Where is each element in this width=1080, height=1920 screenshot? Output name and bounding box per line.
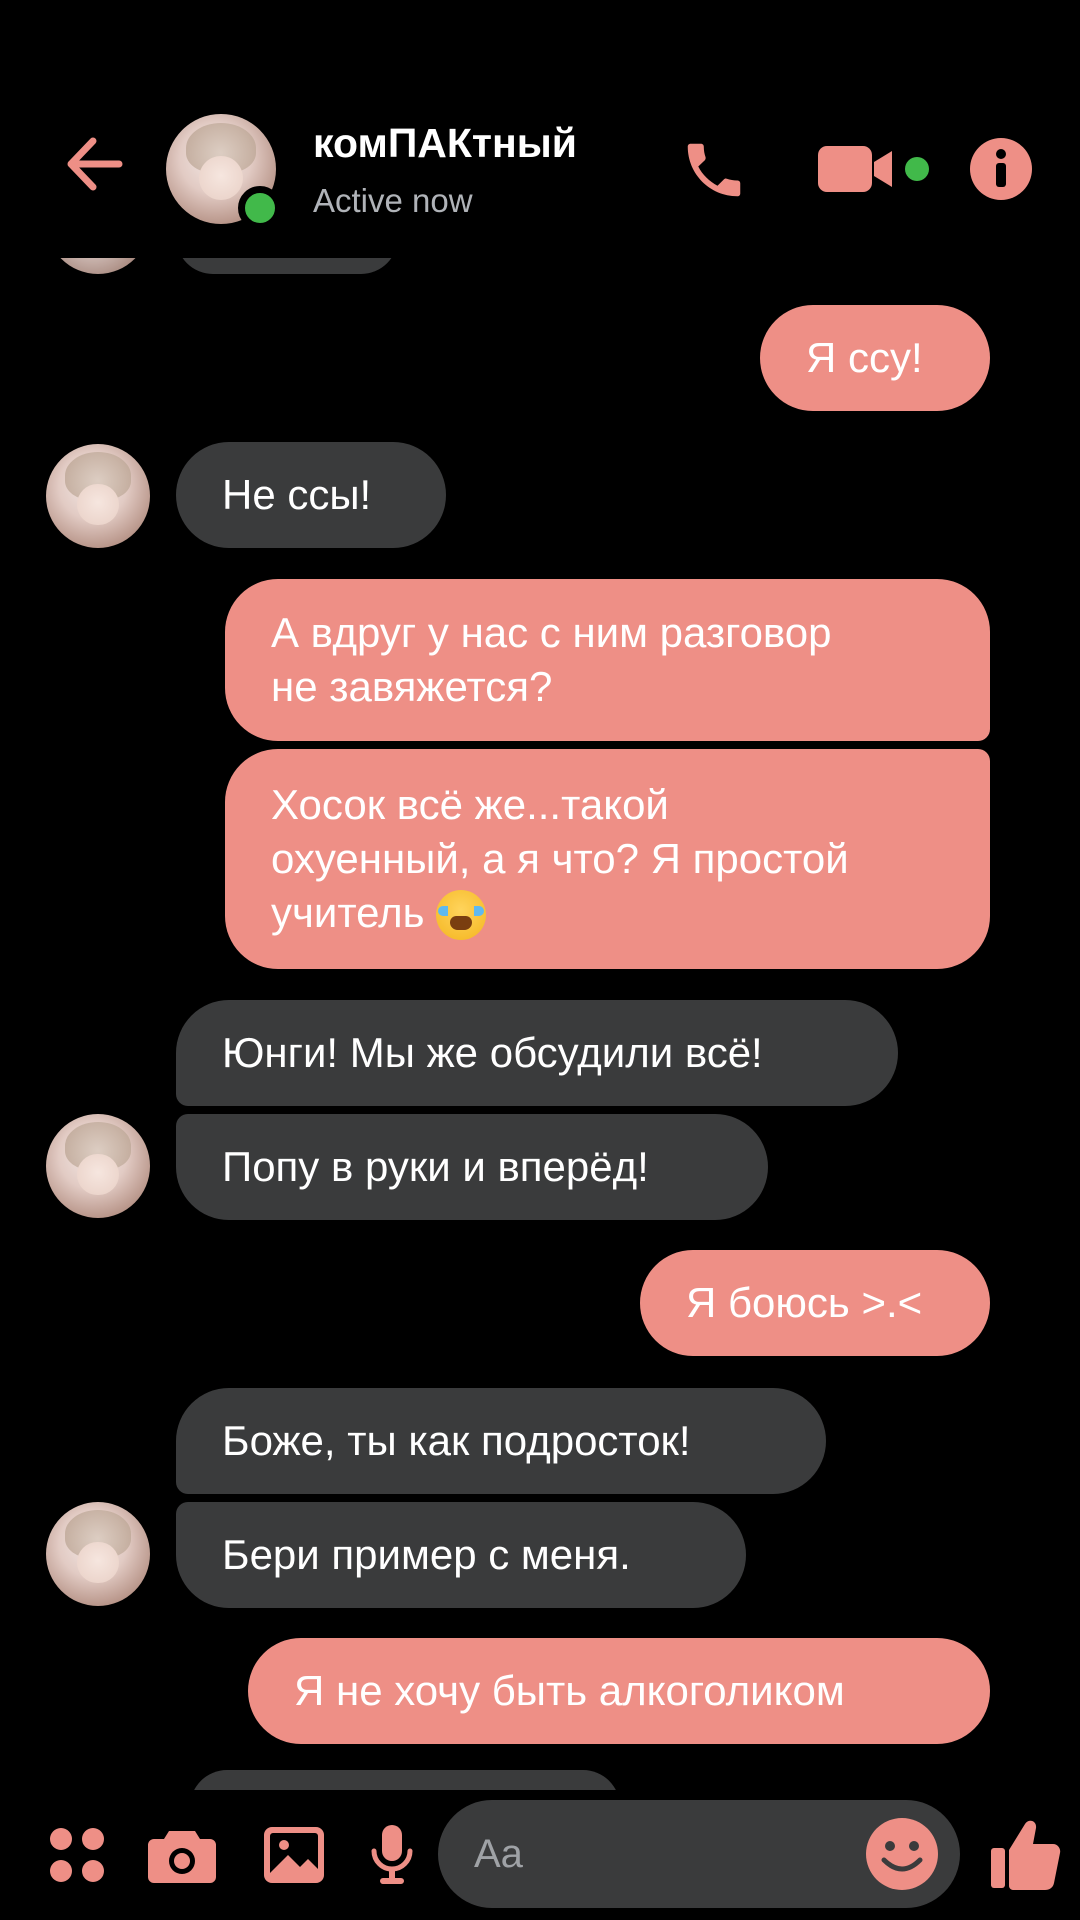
avatar[interactable] [46,1114,150,1218]
avatar[interactable] [46,444,150,548]
emoji-smile-icon [866,1818,938,1890]
contact-name[interactable]: комПАКтный [313,120,577,167]
contact-status: Active now [313,182,473,219]
loudly-crying-face-emoji-icon [436,890,487,941]
back-arrow-icon [67,137,123,191]
message-bubble-outgoing[interactable]: Я боюсь >.< [640,1250,990,1356]
contact-avatar[interactable] [166,114,282,230]
avatar[interactable] [46,1502,150,1606]
message-bubble-incoming[interactable]: Бери пример с меня. [176,1502,746,1608]
like-button[interactable] [984,1814,1066,1896]
message-bubble-outgoing[interactable]: А вдруг у нас с ним разговор не завяжетс… [225,579,990,741]
camera-icon [148,1831,216,1883]
message-bubble-incoming[interactable]: Боже, ты как подросток! [176,1388,826,1494]
camera-button[interactable] [144,1820,220,1890]
conversation-info-button[interactable] [966,134,1036,204]
emoji-button[interactable] [860,1812,944,1896]
message-bubble-incoming[interactable]: Попу в руки и вперёд! [176,1114,768,1220]
phone-icon [687,143,741,197]
message-bubble-outgoing[interactable]: Я ссу! [760,305,990,411]
message-text: Хосок всё же...такой охуенный, а я что? … [271,780,849,936]
message-bubble-incoming[interactable]: Юнги! Мы же обсудили всё! [176,1000,898,1106]
message-composer [0,1790,1080,1920]
back-button[interactable] [58,128,130,200]
message-bubble-outgoing[interactable]: Хосок всё же...такой охуенный, а я что? … [225,749,990,969]
more-actions-button[interactable] [42,1820,112,1890]
message-list[interactable]: Я ссу! Не ссы! А вдруг у нас с ним разго… [0,0,1080,1790]
chat-header: комПАКтный Active now [0,0,1080,258]
video-call-button[interactable] [812,134,942,204]
message-bubble-incoming[interactable]: Не ссы! [176,442,446,548]
online-status-dot [238,186,282,230]
thumbs-up-icon [991,1820,1061,1890]
microphone-icon [371,1825,413,1884]
message-bubble-outgoing[interactable]: Я не хочу быть алкоголиком [248,1638,990,1744]
partial-message-bubble [190,1770,620,1790]
image-icon [264,1827,324,1883]
voice-message-button[interactable] [364,1820,420,1890]
gallery-button[interactable] [258,1820,330,1890]
info-icon [970,138,1032,200]
menu-dots-icon [50,1828,104,1882]
video-camera-icon [818,146,929,192]
voice-call-button[interactable] [672,128,756,212]
